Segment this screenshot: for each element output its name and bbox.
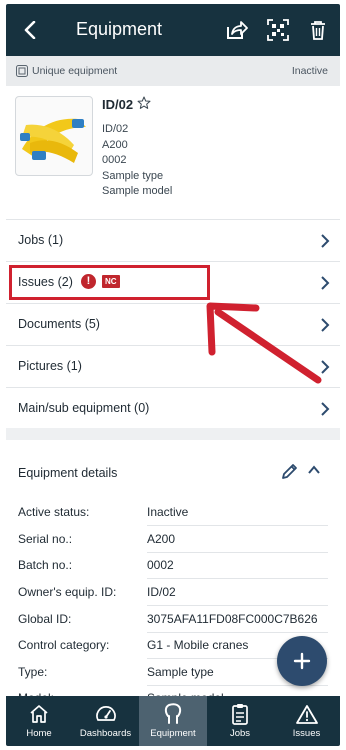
equipment-line-model: Sample model	[102, 185, 173, 197]
equipment-kind-label: Unique equipment	[32, 65, 118, 77]
detail-row-owner-id: Owner's equip. ID: ID/02	[6, 580, 340, 606]
row-divider	[147, 605, 328, 606]
unique-equipment-icon	[16, 65, 28, 77]
edit-pencil-icon[interactable]	[281, 462, 299, 480]
equipment-thumbnail[interactable]	[15, 96, 93, 176]
detail-value: Sample type	[147, 665, 214, 679]
add-fab-button[interactable]	[277, 636, 327, 686]
chevron-right-icon	[321, 360, 330, 374]
nav-jobs-label: Jobs	[229, 728, 251, 739]
equipment-line-type: Sample type	[102, 170, 164, 182]
nav-jobs[interactable]: Jobs	[207, 696, 273, 746]
equipment-kind-bar: Unique equipment Inactive	[6, 56, 340, 86]
back-button[interactable]	[16, 16, 44, 44]
main-sub-equipment-row[interactable]: Main/sub equipment (0)	[6, 387, 340, 429]
detail-key: Batch no.:	[18, 558, 73, 572]
detail-key: Serial no.:	[18, 532, 73, 546]
share-icon	[227, 21, 248, 39]
alert-exclamation-icon: !	[81, 274, 96, 289]
equipment-line-id: ID/02	[102, 123, 129, 135]
nav-home-label: Home	[26, 728, 52, 739]
nav-issues[interactable]: Issues	[273, 696, 340, 746]
lifting-sling-image	[20, 118, 86, 163]
chevron-right-icon	[321, 234, 330, 248]
row-divider	[147, 525, 328, 526]
qr-code-button[interactable]	[264, 16, 292, 44]
documents-row[interactable]: Documents (5)	[6, 303, 340, 345]
row-divider	[147, 578, 328, 579]
chevron-right-icon	[321, 276, 330, 290]
jobs-row-label: Jobs (1)	[18, 233, 64, 247]
nav-dashboards[interactable]: Dashboards	[72, 696, 139, 746]
qr-code-icon	[267, 19, 289, 41]
detail-key: Owner's equip. ID:	[18, 585, 117, 599]
equipment-line-serial: A200	[102, 139, 128, 151]
main-sub-equipment-row-label: Main/sub equipment (0)	[18, 401, 150, 415]
nav-equipment-label: Equipment	[150, 728, 196, 739]
detail-value: G1 - Mobile cranes	[147, 638, 249, 652]
nav-issues-label: Issues	[292, 728, 321, 739]
warning-icon	[295, 703, 318, 725]
documents-row-label: Documents (5)	[18, 317, 100, 331]
equipment-line-batch: 0002	[102, 154, 127, 166]
status-label: Inactive	[291, 65, 328, 77]
page-title: Equipment	[76, 19, 163, 39]
detail-value: 0002	[147, 558, 174, 572]
equipment-name: ID/02	[102, 97, 134, 112]
detail-value: ID/02	[147, 585, 176, 599]
app-frame: Equipment Unique equipment Inactive ID/0…	[6, 4, 340, 746]
chevron-up-icon[interactable]	[307, 463, 321, 477]
issues-row-label: Issues (2)	[18, 275, 73, 289]
nav-equipment[interactable]: Equipment	[139, 696, 207, 746]
back-arrow-icon	[24, 21, 36, 39]
trash-icon	[311, 21, 325, 40]
detail-row-active-status: Active status: Inactive	[6, 500, 340, 526]
favorite-star-icon[interactable]	[137, 96, 151, 110]
pictures-row[interactable]: Pictures (1)	[6, 345, 340, 387]
nc-badge: NC	[102, 275, 120, 288]
plus-icon	[293, 652, 311, 670]
delete-button[interactable]	[304, 16, 332, 44]
chevron-right-icon	[321, 402, 330, 416]
detail-value: A200	[147, 532, 176, 546]
detail-row-global-id: Global ID: 3075AFA11FD08FC000C7B626	[6, 607, 340, 633]
equipment-hook-icon	[162, 703, 184, 725]
detail-key: Type:	[18, 665, 48, 679]
nav-home[interactable]: Home	[6, 696, 72, 746]
detail-value: 3075AFA11FD08FC000C7B626	[147, 612, 318, 626]
issues-row[interactable]: Issues (2) ! NC	[6, 261, 340, 303]
bottom-navigation: Home Dashboards Equipment Jobs Issues	[6, 696, 340, 746]
chevron-right-icon	[321, 318, 330, 332]
pictures-row-label: Pictures (1)	[18, 359, 82, 373]
detail-key: Control category:	[18, 638, 110, 652]
equipment-card: ID/02 ID/02 A200 0002 Sample type Sample…	[6, 86, 340, 428]
clipboard-icon	[229, 703, 251, 725]
nav-dashboards-label: Dashboards	[79, 728, 132, 739]
app-header: Equipment	[6, 4, 340, 56]
detail-row-serial: Serial no.: A200	[6, 527, 340, 553]
speedometer-icon	[95, 703, 117, 725]
detail-key: Global ID:	[18, 612, 72, 626]
home-icon	[28, 703, 50, 725]
equipment-details-title: Equipment details	[18, 466, 118, 480]
detail-key: Active status:	[18, 505, 90, 519]
detail-row-batch: Batch no.: 0002	[6, 553, 340, 579]
detail-value: Inactive	[147, 505, 189, 519]
jobs-row[interactable]: Jobs (1)	[6, 219, 340, 261]
share-button[interactable]	[222, 16, 250, 44]
